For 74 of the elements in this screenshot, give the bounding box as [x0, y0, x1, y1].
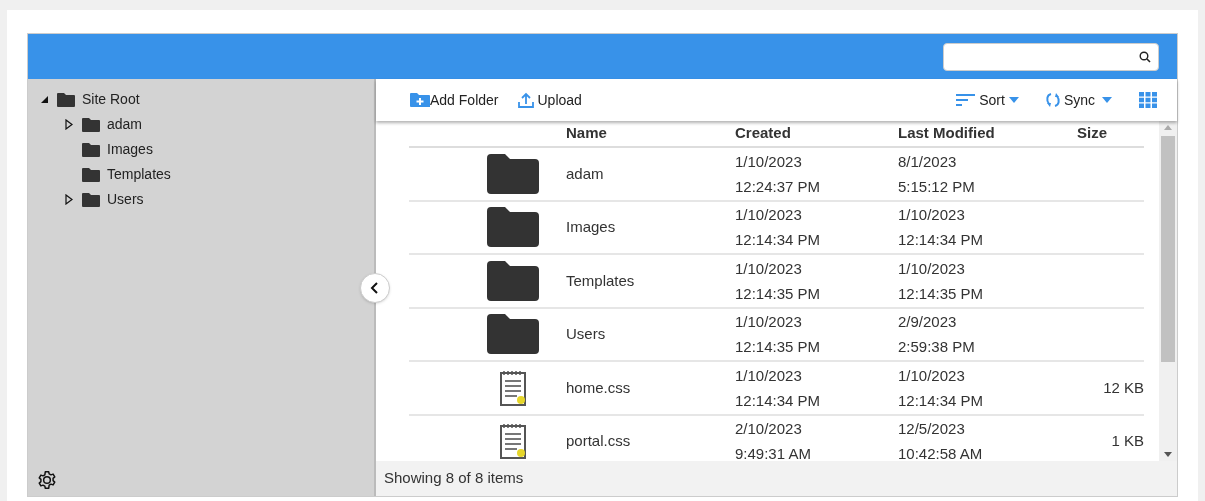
status-text: Showing 8 of 8 items	[384, 468, 524, 489]
folder-icon	[486, 207, 539, 248]
created-time: 9:49:31 AM	[735, 444, 812, 461]
created-date: 1/10/2023	[735, 365, 803, 386]
modified-time: 10:42:58 AM	[898, 444, 984, 461]
collapse-icon[interactable]	[39, 95, 49, 104]
folder-icon	[486, 260, 539, 301]
search-icon	[1139, 50, 1151, 63]
caret-icon	[1102, 97, 1112, 103]
modified-time: 2:59:38 PM	[898, 337, 976, 358]
modified-time: 12:14:34 PM	[898, 230, 985, 251]
scroll-down-icon[interactable]	[1164, 452, 1172, 457]
modified-date: 1/10/2023	[898, 365, 966, 386]
folder-icon	[486, 314, 539, 355]
created-date: 1/10/2023	[735, 205, 803, 226]
add-folder-button[interactable]: Add Folder	[410, 89, 499, 111]
file-name[interactable]: Images	[566, 216, 735, 239]
chevron-left-icon	[370, 282, 380, 294]
file-name[interactable]: home.css	[566, 376, 735, 399]
expand-icon[interactable]	[65, 119, 73, 130]
tree-item[interactable]: Images	[107, 139, 153, 160]
modified-date: 1/10/2023	[898, 205, 966, 226]
created-date: 1/10/2023	[735, 151, 803, 172]
modified-date: 2/9/2023	[898, 312, 958, 333]
upload-button[interactable]: Upload	[518, 89, 582, 111]
file-size: 1 KB	[1111, 431, 1144, 451]
scrollbar[interactable]	[1159, 121, 1177, 461]
folder-icon	[81, 141, 101, 158]
sync-button[interactable]: Sync	[1044, 89, 1112, 111]
column-header[interactable]: Created	[735, 122, 898, 145]
file-name[interactable]: Templates	[566, 269, 735, 292]
modified-date: 12/5/2023	[898, 419, 966, 440]
created-time: 12:14:34 PM	[735, 230, 822, 251]
column-header[interactable]: Last Modified	[898, 122, 1077, 145]
modified-time: 5:15:12 PM	[898, 176, 976, 197]
file-name[interactable]: Users	[566, 323, 735, 346]
notepad-icon	[498, 368, 527, 407]
tree-item[interactable]: Templates	[107, 164, 171, 185]
search-field[interactable]	[943, 42, 1159, 71]
sync-icon	[1044, 91, 1061, 109]
folder-icon	[81, 166, 101, 183]
created-time: 12:14:34 PM	[735, 390, 822, 411]
upload-icon	[518, 92, 535, 108]
file-name[interactable]: adam	[566, 162, 735, 185]
tree-item[interactable]: adam	[107, 114, 143, 135]
created-time: 12:24:37 PM	[735, 176, 822, 197]
file-name[interactable]: portal.css	[566, 430, 735, 453]
created-date: 1/10/2023	[735, 312, 803, 333]
caret-icon	[1008, 97, 1019, 103]
modified-time: 12:14:34 PM	[898, 390, 985, 411]
tree-item[interactable]: Users	[107, 189, 144, 210]
column-header[interactable]: Size	[1077, 122, 1107, 145]
modified-time: 12:14:35 PM	[898, 283, 985, 304]
folder-icon	[81, 191, 101, 208]
file-size: 12 KB	[1103, 377, 1144, 398]
created-time: 12:14:35 PM	[735, 283, 822, 304]
folder-icon	[56, 91, 76, 108]
modified-date: 1/10/2023	[898, 258, 966, 279]
created-time: 12:14:35 PM	[735, 337, 822, 358]
modified-date: 8/1/2023	[898, 151, 958, 172]
folder-plus-icon	[410, 92, 430, 108]
created-date: 1/10/2023	[735, 258, 803, 279]
tree-item[interactable]: Site Root	[82, 89, 140, 110]
settings-icon[interactable]	[37, 470, 57, 490]
created-date: 2/10/2023	[735, 419, 803, 440]
notepad-icon	[498, 422, 527, 461]
grid-view-icon[interactable]	[1139, 92, 1157, 108]
sort-icon	[956, 93, 976, 107]
folder-icon	[81, 116, 101, 133]
collapse-panel-button[interactable]	[360, 273, 390, 303]
column-header[interactable]: Name	[566, 122, 735, 145]
sort-button[interactable]: Sort	[956, 89, 1019, 111]
expand-icon[interactable]	[65, 194, 73, 205]
folder-icon	[486, 153, 539, 194]
